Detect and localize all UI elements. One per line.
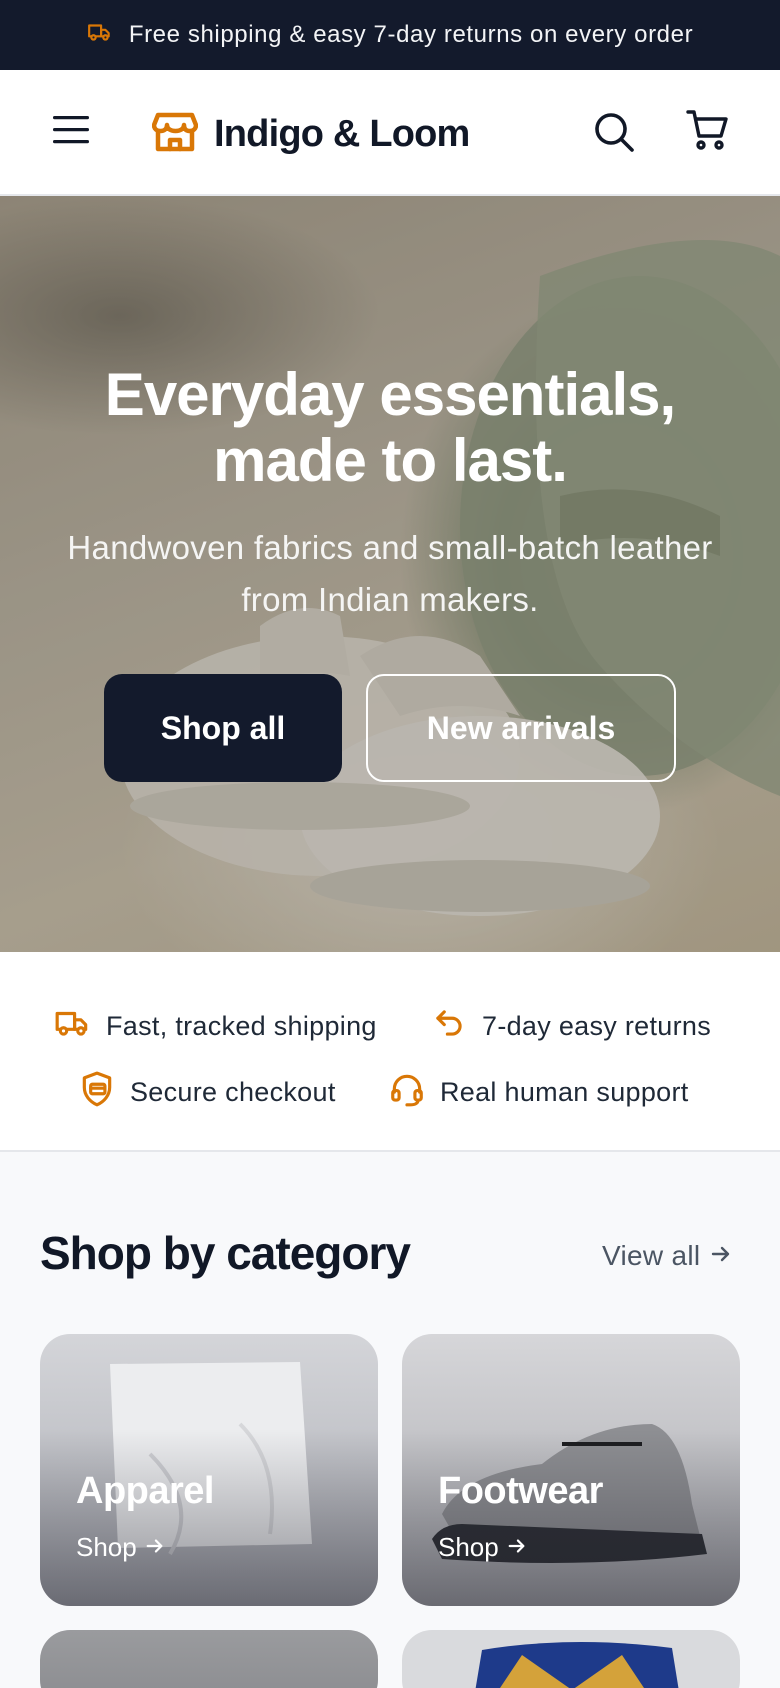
hero-banner: Everyday essentials, made to last. Handw… [0,196,780,952]
cart-button[interactable] [684,108,732,156]
announcement-bar: Free shipping & easy 7-day returns on ev… [0,0,780,70]
feature-checkout: Secure checkout [78,1070,336,1115]
arrow-right-icon [710,1240,732,1272]
bag-image [475,1642,679,1688]
headset-icon [388,1070,426,1115]
announcement-text: Free shipping & easy 7-day returns on ev… [128,21,694,48]
arrow-right-icon [145,1532,165,1563]
cart-icon [686,108,730,157]
truck-icon [87,19,113,52]
category-name: Apparel [76,1470,214,1512]
arrow-right-icon [507,1532,527,1563]
hamburger-menu-icon [53,113,91,152]
brand-logo[interactable]: Indigo & Loom [151,106,470,162]
view-all-link[interactable]: View all [602,1240,732,1272]
storefront-icon [151,111,199,158]
search-icon [593,111,635,158]
category-card-apparel[interactable]: Apparel Shop [40,1334,378,1606]
site-header: Indigo & Loom [0,70,780,196]
feature-shipping: Fast, tracked shipping [54,1004,377,1049]
shop-all-button[interactable]: Shop all [104,674,342,782]
feature-support: Real human support [388,1070,689,1115]
brand-name: Indigo & Loom [214,112,470,155]
category-name: Footwear [438,1470,603,1512]
hero-subtitle: Handwoven fabrics and small-batch leathe… [67,529,713,618]
category-card-4[interactable] [402,1630,740,1688]
secure-card-icon [78,1070,116,1115]
category-shop-link[interactable]: Shop [76,1532,165,1563]
return-arrow-icon [430,1004,468,1049]
truck-icon [54,1004,92,1049]
category-card-footwear[interactable]: Footwear Shop [402,1334,740,1606]
menu-button[interactable] [50,110,94,154]
hero-title: Everyday essentials, made to last. [104,361,676,494]
category-card-3[interactable] [40,1630,378,1688]
feature-returns: 7-day easy returns [430,1004,711,1049]
search-button[interactable] [590,110,638,158]
category-shop-link[interactable]: Shop [438,1532,527,1563]
section-title: Shop by category [40,1227,411,1279]
new-arrivals-button[interactable]: New arrivals [366,674,676,782]
feature-list: Fast, tracked shipping 7-day easy return… [0,952,780,1152]
